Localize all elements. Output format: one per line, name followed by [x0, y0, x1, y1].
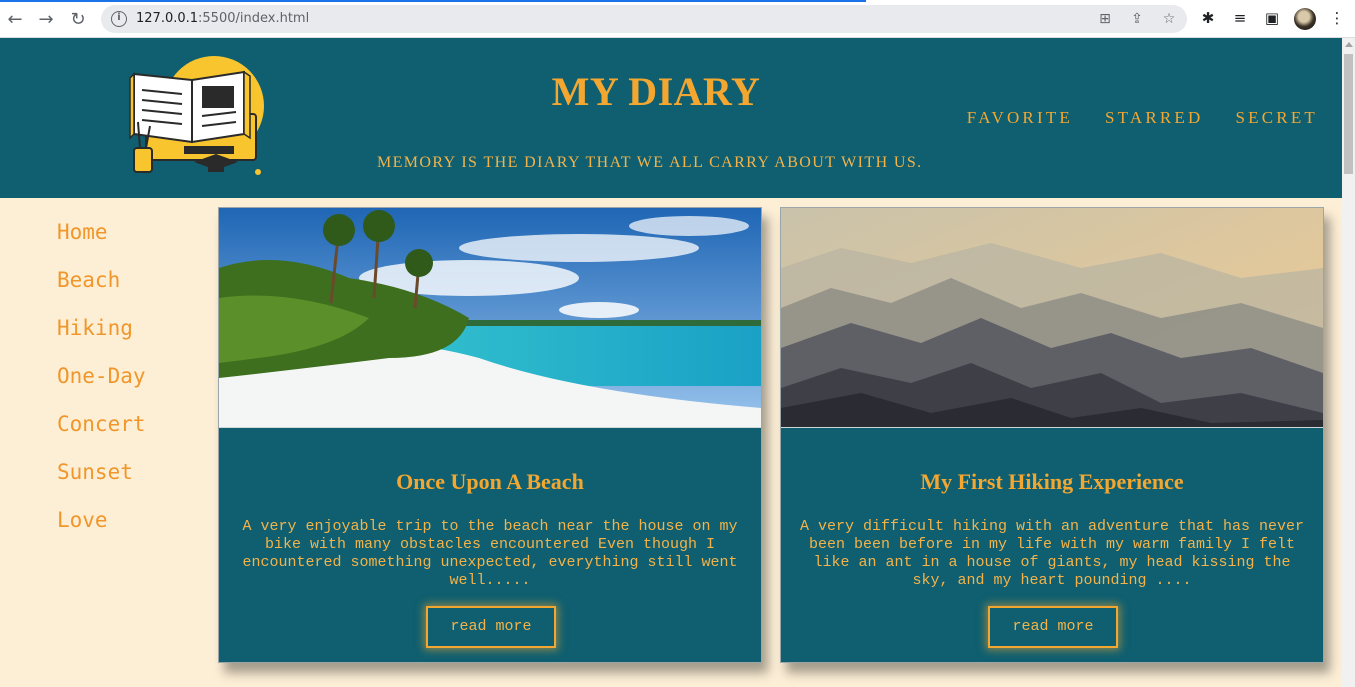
card-excerpt: A very enjoyable trip to the beach near …	[242, 518, 738, 589]
site-tagline: MEMORY IS THE DIARY THAT WE ALL CARRY AB…	[377, 154, 923, 171]
diary-card-beach: Once Upon A Beach A very enjoyable trip …	[218, 207, 762, 663]
share-icon[interactable]: ⇪	[1128, 10, 1146, 28]
sidebar-item-love[interactable]: Love	[57, 508, 146, 556]
menu-kebab-icon[interactable]: ⋮	[1327, 8, 1347, 28]
card-title: My First Hiking Experience	[920, 469, 1184, 494]
nav-starred-link[interactable]: STARRED	[1105, 108, 1204, 128]
top-nav: FAVORITE STARRED SECRET	[967, 108, 1318, 128]
card-excerpt: A very difficult hiking with an adventur…	[799, 518, 1305, 589]
profile-avatar[interactable]	[1294, 8, 1316, 30]
translate-icon[interactable]: ⊞	[1096, 10, 1114, 28]
media-control-icon[interactable]: ≡	[1230, 8, 1250, 28]
page-scrollbar[interactable]	[1342, 38, 1355, 687]
scrollbar-thumb[interactable]	[1344, 54, 1353, 174]
nav-favorite-link[interactable]: FAVORITE	[967, 108, 1073, 128]
browser-toolbar: ← → ↻ i 127.0.0.1:5500/index.html ⊞ ⇪ ☆ …	[0, 0, 1355, 38]
sidebar-item-one-day[interactable]: One-Day	[57, 364, 146, 412]
back-icon[interactable]: ←	[3, 7, 27, 31]
card-title: Once Upon A Beach	[396, 469, 584, 494]
diary-card-hiking: My First Hiking Experience A very diffic…	[780, 207, 1324, 663]
sidebar-item-sunset[interactable]: Sunset	[57, 460, 146, 508]
nav-secret-link[interactable]: SECRET	[1236, 108, 1319, 128]
side-panel-icon[interactable]: ▣	[1262, 8, 1282, 28]
beach-image	[219, 208, 761, 428]
read-more-button[interactable]: read more	[988, 606, 1118, 648]
sidebar-item-home[interactable]: Home	[57, 220, 146, 268]
bookmark-star-icon[interactable]: ☆	[1160, 10, 1178, 28]
sidebar-item-concert[interactable]: Concert	[57, 412, 146, 460]
site-header: MY DIARY MEMORY IS THE DIARY THAT WE ALL…	[0, 38, 1342, 198]
scroll-up-arrow-icon[interactable]	[1345, 42, 1353, 47]
sidebar-item-hiking[interactable]: Hiking	[57, 316, 146, 364]
read-more-button[interactable]: read more	[426, 606, 556, 648]
address-bar[interactable]: i 127.0.0.1:5500/index.html ⊞ ⇪ ☆	[101, 5, 1187, 33]
tab-loading-bar	[0, 0, 866, 2]
sidebar-nav: Home Beach Hiking One-Day Concert Sunset…	[57, 220, 146, 556]
sidebar-item-beach[interactable]: Beach	[57, 268, 146, 316]
extensions-icon[interactable]: ✱	[1198, 8, 1218, 28]
reload-icon[interactable]: ↻	[66, 7, 90, 31]
page: MY DIARY MEMORY IS THE DIARY THAT WE ALL…	[0, 38, 1342, 687]
address-url[interactable]: 127.0.0.1:5500/index.html	[136, 11, 309, 26]
mountains-image	[781, 208, 1323, 428]
site-info-icon[interactable]: i	[111, 11, 127, 27]
forward-icon[interactable]: →	[34, 7, 58, 31]
